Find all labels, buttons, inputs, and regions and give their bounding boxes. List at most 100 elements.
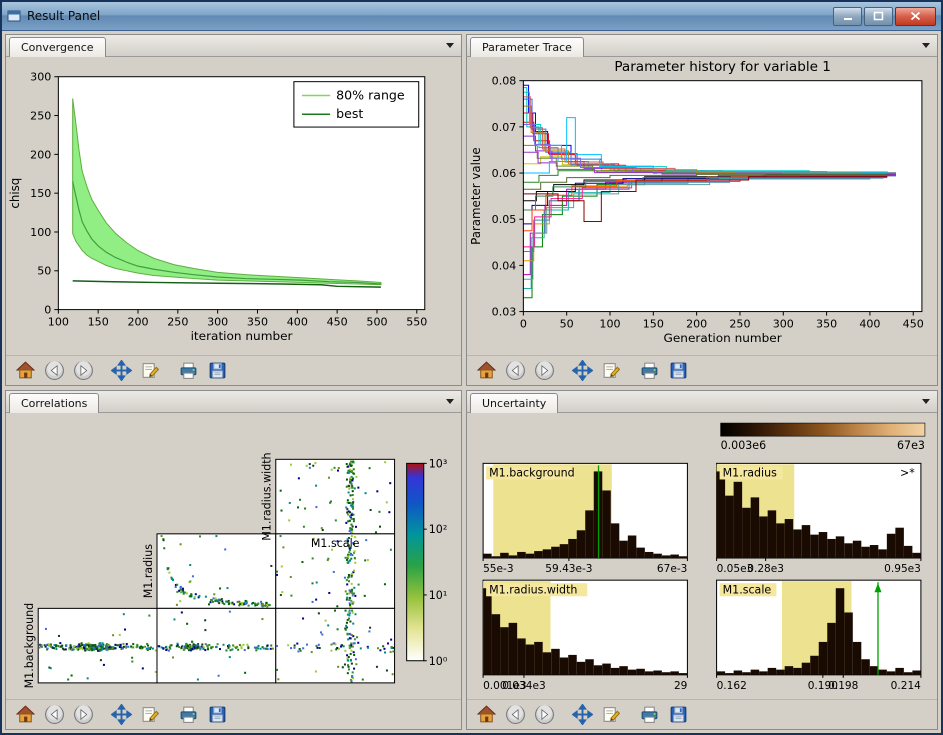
- uncertainty-figure: 0.003e667e3M1.background55e-359.43e-367e…: [467, 413, 937, 699]
- svg-text:0.198: 0.198: [828, 680, 858, 692]
- minimize-button[interactable]: [833, 7, 862, 26]
- convergence-xlabel: iteration number: [191, 329, 293, 343]
- tab-list-dropdown-icon[interactable]: [446, 43, 454, 48]
- best-value-marker: >*: [900, 466, 915, 479]
- forward-icon: [73, 704, 94, 725]
- panel-grid: Convergence 0501001502002503001001502002…: [2, 31, 941, 733]
- tab-correlations[interactable]: Correlations: [9, 393, 99, 413]
- svg-text:0.28e3: 0.28e3: [747, 563, 784, 575]
- svg-text:0.07: 0.07: [492, 121, 517, 134]
- pan-button[interactable]: [568, 358, 597, 383]
- svg-text:10¹: 10¹: [429, 589, 448, 602]
- convergence-chart: 0501001502002503001001502002503003504004…: [6, 57, 461, 355]
- trace-title: Parameter history for variable 1: [614, 60, 831, 75]
- save-button[interactable]: [664, 358, 693, 383]
- svg-text:150: 150: [88, 315, 109, 328]
- back-icon: [505, 360, 526, 381]
- save-icon: [207, 360, 228, 381]
- histogram-title: M1.radius: [723, 466, 778, 479]
- svg-text:400: 400: [287, 315, 308, 328]
- back-button[interactable]: [501, 702, 530, 727]
- forward-button[interactable]: [69, 358, 98, 383]
- home-button[interactable]: [11, 358, 40, 383]
- parameter-trace-chart: 0.030.040.050.060.070.080501001502002503…: [467, 57, 937, 355]
- home-button[interactable]: [472, 702, 501, 727]
- svg-text:100: 100: [48, 315, 69, 328]
- correlations-chart: M1.radius.widthM1.radiusM1.backgroundM1.…: [6, 413, 461, 699]
- print-icon: [639, 704, 660, 725]
- svg-text:0.214: 0.214: [891, 680, 922, 692]
- print-button[interactable]: [635, 358, 664, 383]
- svg-text:200: 200: [686, 317, 707, 330]
- forward-button[interactable]: [69, 702, 98, 727]
- titlebar[interactable]: Result Panel: [2, 2, 941, 31]
- trace-toolbar: [467, 355, 937, 385]
- close-icon: [910, 11, 921, 21]
- result-panel-window: Result Panel Convergence 050100150200250…: [0, 0, 943, 735]
- svg-text:100: 100: [30, 226, 51, 239]
- svg-text:0.034e3: 0.034e3: [502, 680, 545, 692]
- svg-text:500: 500: [366, 315, 387, 328]
- forward-button[interactable]: [530, 358, 559, 383]
- save-icon: [668, 360, 689, 381]
- correlation-axis-label: M1.scale: [311, 537, 360, 550]
- convergence-figure: 0501001502002503001001502002503003504004…: [6, 57, 461, 355]
- maximize-button[interactable]: [864, 7, 893, 26]
- svg-text:0: 0: [520, 317, 527, 330]
- print-button[interactable]: [174, 358, 203, 383]
- home-button[interactable]: [472, 358, 501, 383]
- uncertainty-toolbar: [467, 699, 937, 729]
- edit-icon: [601, 704, 622, 725]
- convergence-ylabel: chisq: [8, 178, 22, 209]
- svg-text:59.43e-3: 59.43e-3: [545, 563, 592, 575]
- save-button[interactable]: [203, 702, 232, 727]
- tab-list-dropdown-icon[interactable]: [922, 43, 930, 48]
- trace-tabbar: Parameter Trace: [467, 35, 937, 57]
- save-icon: [668, 704, 689, 725]
- edit-button[interactable]: [597, 702, 626, 727]
- edit-button[interactable]: [136, 702, 165, 727]
- trace-figure: 0.030.040.050.060.070.080501001502002503…: [467, 57, 937, 355]
- tab-parameter-trace[interactable]: Parameter Trace: [470, 37, 584, 57]
- svg-text:400: 400: [859, 317, 880, 330]
- edit-button[interactable]: [136, 358, 165, 383]
- panel-convergence: Convergence 0501001502002503001001502002…: [5, 34, 462, 386]
- svg-text:300: 300: [207, 315, 228, 328]
- svg-text:0.95e3: 0.95e3: [884, 563, 921, 575]
- svg-text:67e-3: 67e-3: [657, 563, 687, 575]
- svg-text:0.05: 0.05: [492, 213, 517, 226]
- print-button[interactable]: [635, 702, 664, 727]
- pan-button[interactable]: [568, 702, 597, 727]
- svg-text:300: 300: [773, 317, 794, 330]
- back-icon: [44, 360, 65, 381]
- tab-convergence[interactable]: Convergence: [9, 37, 106, 57]
- save-button[interactable]: [203, 358, 232, 383]
- edit-button[interactable]: [597, 358, 626, 383]
- save-icon: [207, 704, 228, 725]
- pan-icon: [111, 704, 132, 725]
- home-icon: [15, 704, 36, 725]
- tab-list-dropdown-icon[interactable]: [922, 399, 930, 404]
- back-button[interactable]: [40, 702, 69, 727]
- forward-icon: [73, 360, 94, 381]
- legend-label: 80% range: [336, 88, 404, 103]
- pan-button[interactable]: [107, 702, 136, 727]
- home-button[interactable]: [11, 702, 40, 727]
- save-button[interactable]: [664, 702, 693, 727]
- svg-text:0.06: 0.06: [492, 167, 517, 180]
- svg-text:29: 29: [674, 680, 687, 692]
- back-button[interactable]: [501, 358, 530, 383]
- tab-uncertainty[interactable]: Uncertainty: [470, 393, 558, 413]
- close-button[interactable]: [895, 7, 936, 26]
- svg-text:50: 50: [560, 317, 574, 330]
- pan-button[interactable]: [107, 358, 136, 383]
- pan-icon: [111, 360, 132, 381]
- print-button[interactable]: [174, 702, 203, 727]
- home-icon: [476, 360, 497, 381]
- edit-icon: [601, 360, 622, 381]
- back-button[interactable]: [40, 358, 69, 383]
- legend-label: best: [336, 106, 363, 121]
- svg-text:450: 450: [327, 315, 348, 328]
- tab-list-dropdown-icon[interactable]: [446, 399, 454, 404]
- forward-button[interactable]: [530, 702, 559, 727]
